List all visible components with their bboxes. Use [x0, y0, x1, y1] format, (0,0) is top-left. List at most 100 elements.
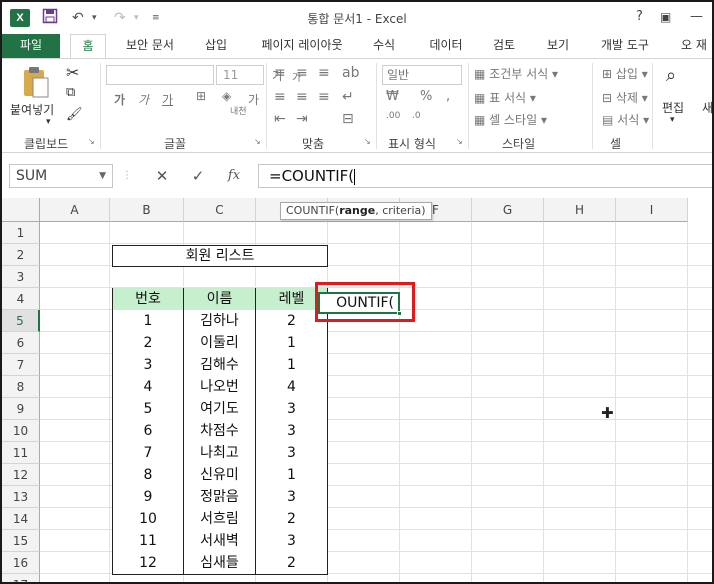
- format-painter-icon[interactable]: 🖌: [66, 107, 83, 122]
- column-header-a[interactable]: A: [40, 198, 110, 222]
- format-as-table-button[interactable]: ▦ 표 서식 ▾: [474, 89, 536, 106]
- table-cell[interactable]: 1: [256, 332, 328, 355]
- align-right-icon[interactable]: ≡: [318, 89, 330, 105]
- tab-home[interactable]: 홈: [70, 34, 106, 59]
- font-size-select[interactable]: 11: [216, 65, 264, 85]
- column-header-i[interactable]: I: [616, 198, 688, 222]
- table-cell[interactable]: 3: [256, 486, 328, 509]
- column-header-h[interactable]: H: [544, 198, 616, 222]
- table-cell[interactable]: 3: [256, 420, 328, 443]
- row-header-11[interactable]: 11: [2, 442, 40, 464]
- row-header-16[interactable]: 16: [2, 552, 40, 574]
- row-header-8[interactable]: 8: [2, 376, 40, 398]
- table-cell[interactable]: 1: [256, 354, 328, 377]
- comma-style-icon[interactable]: ,: [446, 89, 450, 104]
- table-cell[interactable]: 정맑음: [184, 486, 256, 509]
- table-cell[interactable]: 여기도: [184, 398, 256, 421]
- row-header-10[interactable]: 10: [2, 420, 40, 442]
- insert-function-button[interactable]: fx: [220, 164, 248, 188]
- decrease-indent-icon[interactable]: ⇤: [274, 111, 286, 127]
- bold-button[interactable]: 가: [114, 91, 125, 108]
- align-top-icon[interactable]: ≡: [274, 65, 286, 81]
- table-header-cell[interactable]: 이름: [184, 288, 256, 311]
- row-header-5[interactable]: 5: [2, 310, 40, 332]
- row-header-17[interactable]: 17: [2, 574, 40, 582]
- insert-cells-button[interactable]: ⊞ 삽입 ▾: [602, 65, 648, 82]
- table-cell[interactable]: 7: [112, 442, 184, 465]
- underline-button[interactable]: 가: [162, 91, 173, 108]
- table-cell[interactable]: 김하나: [184, 310, 256, 333]
- column-header-b[interactable]: B: [110, 198, 184, 222]
- percent-style-button[interactable]: %: [420, 89, 432, 104]
- tab-insert[interactable]: 삽입: [198, 34, 234, 58]
- row-header-1[interactable]: 1: [2, 222, 40, 244]
- table-cell[interactable]: 10: [112, 508, 184, 531]
- table-title[interactable]: 회원 리스트: [112, 245, 328, 267]
- tab-review[interactable]: 검토: [486, 34, 522, 58]
- align-middle-icon[interactable]: ≡: [296, 65, 308, 81]
- number-format-select[interactable]: 일반: [382, 65, 462, 85]
- table-cell[interactable]: 8: [112, 464, 184, 487]
- fill-color-icon[interactable]: ◈: [222, 89, 231, 103]
- clipboard-launcher-icon[interactable]: ↘: [88, 137, 95, 146]
- editing-button[interactable]: 편집: [662, 99, 684, 116]
- select-all-corner[interactable]: [2, 198, 40, 222]
- table-cell[interactable]: 9: [112, 486, 184, 509]
- align-center-icon[interactable]: ≡: [296, 89, 308, 105]
- help-button[interactable]: ?: [636, 8, 643, 26]
- tab-developer[interactable]: 개발 도구: [594, 34, 656, 58]
- table-cell[interactable]: 3: [256, 442, 328, 465]
- cancel-entry-button[interactable]: ✕: [148, 164, 176, 188]
- table-cell[interactable]: 김해수: [184, 354, 256, 377]
- table-cell[interactable]: 3: [256, 530, 328, 553]
- table-cell[interactable]: 2: [256, 552, 328, 575]
- row-header-15[interactable]: 15: [2, 530, 40, 552]
- table-cell[interactable]: 4: [112, 376, 184, 399]
- row-header-2[interactable]: 2: [2, 244, 40, 266]
- row-header-4[interactable]: 4: [2, 288, 40, 310]
- tab-view[interactable]: 보기: [540, 34, 576, 58]
- row-header-7[interactable]: 7: [2, 354, 40, 376]
- worksheet-grid[interactable]: ABCDEFGHI 1234567891011121314151617 회원 리…: [2, 198, 712, 582]
- table-cell[interactable]: 신유미: [184, 464, 256, 487]
- tab-data[interactable]: 데이터: [424, 34, 468, 58]
- paste-dropdown-icon[interactable]: ▾: [46, 117, 51, 127]
- enter-button[interactable]: ✓: [184, 164, 212, 188]
- border-icon[interactable]: ⊞: [196, 89, 206, 103]
- accounting-format-icon[interactable]: ₩: [386, 89, 399, 104]
- orientation-icon[interactable]: ab: [342, 65, 359, 81]
- cut-icon[interactable]: ✂: [66, 63, 79, 82]
- row-header-3[interactable]: 3: [2, 266, 40, 288]
- table-cell[interactable]: 5: [112, 398, 184, 421]
- number-launcher-icon[interactable]: ↘: [456, 137, 463, 146]
- font-color-icon[interactable]: 가: [248, 91, 259, 108]
- tab-file[interactable]: 파일: [2, 34, 60, 58]
- minimize-button[interactable]: —: [690, 8, 703, 26]
- column-header-g[interactable]: G: [472, 198, 544, 222]
- format-cells-button[interactable]: ▤ 서식 ▾: [602, 111, 649, 128]
- alignment-launcher-icon[interactable]: ↘: [364, 137, 371, 146]
- table-cell[interactable]: 3: [256, 398, 328, 421]
- editing-dropdown-icon[interactable]: ▾: [670, 115, 675, 125]
- table-cell[interactable]: 1: [112, 310, 184, 333]
- table-cell[interactable]: 나최고: [184, 442, 256, 465]
- table-cell[interactable]: 서새벽: [184, 530, 256, 553]
- ribbon-display-button[interactable]: ▣: [660, 8, 671, 26]
- paste-icon[interactable]: [22, 65, 50, 99]
- table-cell[interactable]: 서흐림: [184, 508, 256, 531]
- table-cell[interactable]: 2: [112, 332, 184, 355]
- table-header-cell[interactable]: 번호: [112, 288, 184, 311]
- ribbon-overflow-label[interactable]: 새: [702, 99, 712, 116]
- table-cell[interactable]: 3: [112, 354, 184, 377]
- cell-styles-button[interactable]: ▦ 셀 스타일 ▾: [474, 111, 547, 128]
- table-cell[interactable]: 1: [256, 464, 328, 487]
- row-header-9[interactable]: 9: [2, 398, 40, 420]
- delete-cells-button[interactable]: ⊟ 삭제 ▾: [602, 89, 648, 106]
- increase-decimal-icon[interactable]: .00: [386, 111, 400, 121]
- row-header-14[interactable]: 14: [2, 508, 40, 530]
- paste-button-label[interactable]: 붙여넣기: [10, 101, 54, 118]
- name-box-dropdown-icon[interactable]: ▼: [99, 165, 106, 187]
- table-cell[interactable]: 6: [112, 420, 184, 443]
- tab-page-layout[interactable]: 페이지 레이아웃: [254, 34, 350, 58]
- tab-secure-doc[interactable]: 보안 문서: [118, 34, 182, 58]
